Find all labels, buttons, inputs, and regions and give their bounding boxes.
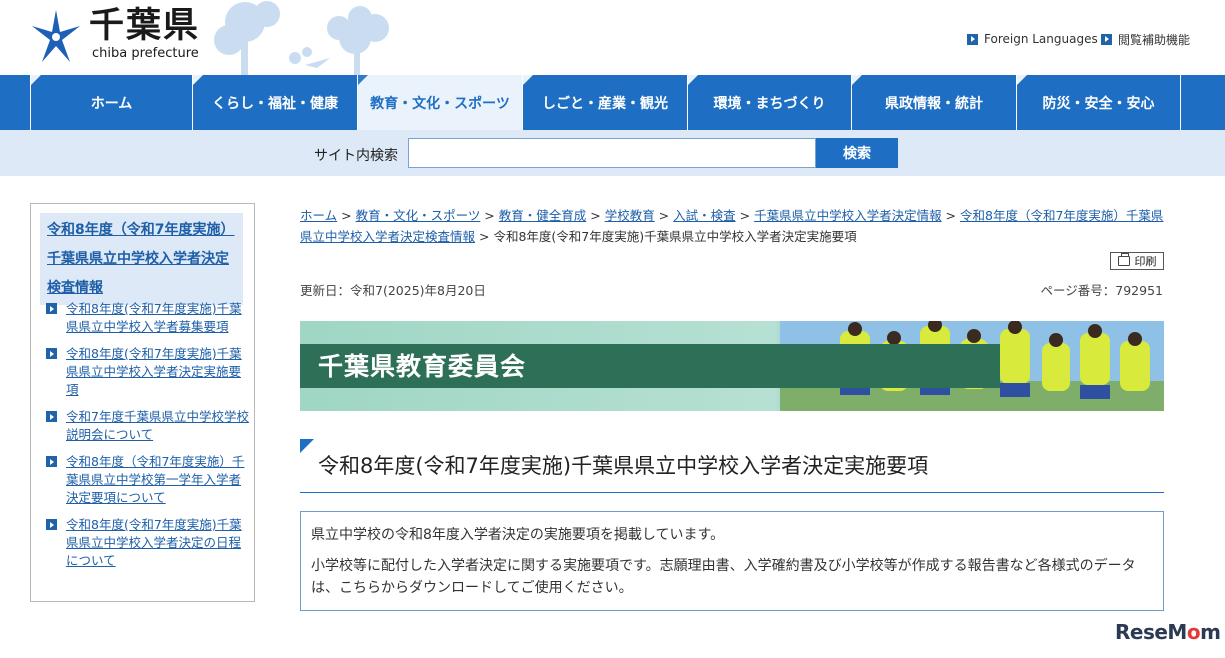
decorative-trees-icon xyxy=(214,1,389,75)
title-corner-mark xyxy=(300,439,314,453)
nav-work-industry-tourism[interactable]: しごと・産業・観光 xyxy=(522,75,687,130)
nav-prefecture-info-statistics[interactable]: 県政情報・統計 xyxy=(851,75,1016,130)
breadcrumb-link[interactable]: 千葉県県立中学校入学者決定情報 xyxy=(754,208,942,223)
nav-education-culture-sports[interactable]: 教育・文化・スポーツ xyxy=(357,75,522,130)
breadcrumb-link[interactable]: 学校教育 xyxy=(605,208,655,223)
arrow-right-icon xyxy=(967,33,978,45)
arrow-right-icon xyxy=(1101,33,1112,45)
content-paragraph: 小学校等に配付した入学者決定に関する実施要項です。志願理由書、入学確約書及び小学… xyxy=(311,558,1136,596)
sidebar: 令和8年度（令和7年度実施）千葉県県立中学校入学者決定検査情報 令和8年度(令和… xyxy=(30,203,255,602)
print-label: 印刷 xyxy=(1134,255,1157,268)
sidebar-item: 令和8年度(令和7年度実施)千葉県県立中学校入学者募集要項 xyxy=(44,300,249,336)
sidebar-item-link[interactable]: 令和8年度（令和7年度実施）千葉県県立中学校第一学年入学者決定要項について xyxy=(66,454,244,505)
search-label: サイト内検索 xyxy=(314,148,398,164)
breadcrumb-link[interactable]: 入試・検査 xyxy=(673,208,736,223)
logo-title[interactable]: 千葉県 xyxy=(89,4,200,48)
search-input[interactable] xyxy=(408,138,816,168)
main-nav: ホーム くらし・福祉・健康 教育・文化・スポーツ しごと・産業・観光 環境・まち… xyxy=(0,75,1225,130)
breadcrumb-link[interactable]: ホーム xyxy=(300,208,337,223)
sidebar-list: 令和8年度(令和7年度実施)千葉県県立中学校入学者募集要項 令和8年度(令和7年… xyxy=(44,300,249,579)
updated-date: 更新日：令和7(2025)年8月20日 xyxy=(300,283,486,298)
arrow-right-icon xyxy=(46,303,57,314)
sidebar-item: 令和7年度千葉県県立中学校学校説明会について xyxy=(44,408,249,444)
nav-home[interactable]: ホーム xyxy=(30,75,192,130)
sidebar-heading: 令和8年度（令和7年度実施）千葉県県立中学校入学者決定検査情報 xyxy=(40,213,243,305)
watermark-text: ReseM xyxy=(1115,620,1187,644)
watermark-letter: o xyxy=(1186,620,1201,644)
arrow-right-icon xyxy=(46,348,57,359)
breadcrumb-link[interactable]: 教育・文化・スポーツ xyxy=(356,208,481,223)
page-title: 令和8年度(令和7年度実施)千葉県県立中学校入学者決定実施要項 xyxy=(318,454,929,478)
arrow-right-icon xyxy=(46,456,57,467)
title-divider xyxy=(300,492,1164,493)
arrow-right-icon xyxy=(46,519,57,530)
sidebar-item: 令和8年度(令和7年度実施)千葉県県立中学校入学者決定の日程について xyxy=(44,516,249,570)
breadcrumb-separator: > xyxy=(586,208,605,223)
sidebar-item-link[interactable]: 令和8年度(令和7年度実施)千葉県県立中学校入学者決定の日程について xyxy=(66,517,242,568)
breadcrumb-link[interactable]: 教育・健全育成 xyxy=(499,208,587,223)
foreign-languages-label: Foreign Languages xyxy=(984,32,1098,46)
breadcrumb-separator: > xyxy=(337,208,356,223)
foreign-languages-link[interactable]: Foreign Languages xyxy=(967,31,1098,47)
banner-title: 千葉県教育委員会 xyxy=(318,352,527,381)
printer-icon xyxy=(1117,253,1130,266)
breadcrumb-separator: > xyxy=(480,208,499,223)
content-box: 県立中学校の令和8年度入学者決定の実施要項を掲載しています。 小学校等に配付した… xyxy=(300,511,1164,611)
breadcrumb: ホーム > 教育・文化・スポーツ > 教育・健全育成 > 学校教育 > 入試・検… xyxy=(300,205,1166,247)
board-of-education-banner: 千葉県教育委員会 xyxy=(300,321,1164,411)
watermark-text: m xyxy=(1200,620,1221,644)
breadcrumb-separator: > xyxy=(475,229,494,244)
sidebar-heading-link[interactable]: 令和8年度（令和7年度実施）千葉県県立中学校入学者決定検査情報 xyxy=(47,222,234,296)
breadcrumb-separator: > xyxy=(941,208,960,223)
site-search-bar: サイト内検索 検索 xyxy=(0,130,1225,176)
arrow-right-icon xyxy=(46,411,57,422)
chiba-logo-icon[interactable] xyxy=(30,8,82,64)
resemom-watermark: ReseMom xyxy=(1115,620,1221,644)
page-number: ページ番号：792951 xyxy=(1040,283,1163,298)
nav-environment-town[interactable]: 環境・まちづくり xyxy=(687,75,851,130)
sidebar-item: 令和8年度(令和7年度実施)千葉県県立中学校入学者決定実施要項 xyxy=(44,345,249,399)
sidebar-item: 令和8年度（令和7年度実施）千葉県県立中学校第一学年入学者決定要項について xyxy=(44,453,249,507)
sidebar-item-link[interactable]: 令和8年度(令和7年度実施)千葉県県立中学校入学者決定実施要項 xyxy=(66,346,242,397)
accessibility-link[interactable]: 閲覧補助機能 xyxy=(1101,31,1190,47)
site-header: 千葉県 chiba prefecture Foreign Languages 閲… xyxy=(0,0,1225,75)
search-button[interactable]: 検索 xyxy=(816,138,898,168)
breadcrumb-separator: > xyxy=(735,208,755,223)
accessibility-label: 閲覧補助機能 xyxy=(1118,32,1191,47)
nav-living-welfare-health[interactable]: くらし・福祉・健康 xyxy=(192,75,357,130)
logo-subtitle: chiba prefecture xyxy=(92,46,199,61)
print-button[interactable]: 印刷 xyxy=(1110,252,1164,270)
sidebar-item-link[interactable]: 令和8年度(令和7年度実施)千葉県県立中学校入学者募集要項 xyxy=(66,301,242,334)
content-paragraph: 県立中学校の令和8年度入学者決定の実施要項を掲載しています。 xyxy=(311,527,725,543)
nav-disaster-safety[interactable]: 防災・安全・安心 xyxy=(1016,75,1181,130)
sidebar-item-link[interactable]: 令和7年度千葉県県立中学校学校説明会について xyxy=(66,409,249,442)
breadcrumb-separator: > xyxy=(654,208,674,223)
breadcrumb-current: 令和8年度(令和7年度実施)千葉県県立中学校入学者決定実施要項 xyxy=(493,229,857,244)
